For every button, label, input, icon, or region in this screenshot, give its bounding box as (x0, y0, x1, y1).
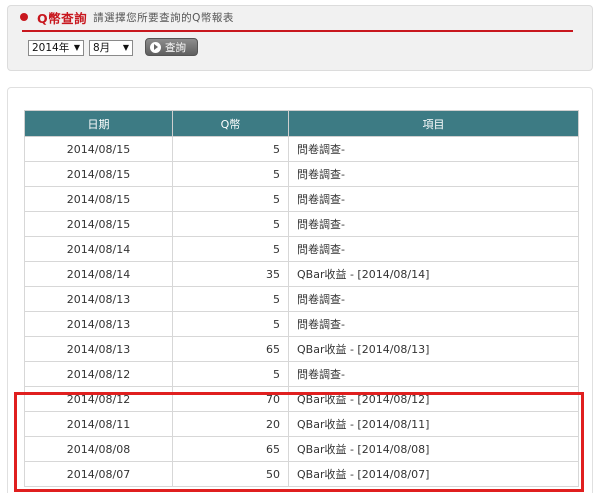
query-button-label: 查詢 (165, 41, 186, 54)
table-row: 2014/08/13 5 問卷調查- (24, 286, 579, 312)
cell-item: QBar收益 - [2014/08/14] (288, 261, 579, 287)
cell-qcoin: 5 (172, 161, 289, 187)
month-select-value: 8月 (93, 42, 111, 54)
column-header-date: 日期 (24, 110, 173, 137)
cell-date: 2014/08/08 (24, 436, 173, 462)
table-row: 2014/08/13 5 問卷調查- (24, 311, 579, 337)
cell-qcoin: 65 (172, 336, 289, 362)
cell-item: 問卷調查- (288, 286, 579, 312)
cell-qcoin: 5 (172, 211, 289, 237)
cell-item: 問卷調查- (288, 161, 579, 187)
year-select[interactable]: 2014年 ▼ (28, 40, 84, 56)
cell-qcoin: 35 (172, 261, 289, 287)
table-row: 2014/08/12 70 QBar收益 - [2014/08/12] (24, 386, 579, 412)
cell-qcoin: 70 (172, 386, 289, 412)
table-header-row: 日期 Q幣 項目 (24, 110, 579, 137)
q-coin-table: 日期 Q幣 項目 2014/08/15 5 問卷調查- 2014/08/15 5 問卷調查… (24, 110, 579, 487)
cell-qcoin: 5 (172, 186, 289, 212)
cell-date: 2014/08/15 (24, 211, 173, 237)
query-button[interactable]: 查詢 (145, 38, 198, 56)
table-row: 2014/08/14 35 QBar收益 - [2014/08/14] (24, 261, 579, 287)
cell-date: 2014/08/12 (24, 361, 173, 387)
column-header-qcoin: Q幣 (172, 110, 289, 137)
cell-date: 2014/08/11 (24, 411, 173, 437)
cell-date: 2014/08/07 (24, 461, 173, 487)
bullet-icon (20, 13, 28, 21)
cell-date: 2014/08/14 (24, 236, 173, 262)
year-select-value: 2014年 (32, 42, 70, 54)
cell-qcoin: 5 (172, 286, 289, 312)
cell-item: 問卷調查- (288, 211, 579, 237)
cell-date: 2014/08/13 (24, 311, 173, 337)
cell-date: 2014/08/15 (24, 161, 173, 187)
cell-qcoin: 5 (172, 361, 289, 387)
month-select[interactable]: 8月 ▼ (89, 40, 133, 56)
table-row: 2014/08/15 5 問卷調查- (24, 186, 579, 212)
table-body: 2014/08/15 5 問卷調查- 2014/08/15 5 問卷調查- 2014/08/… (24, 136, 579, 487)
cell-qcoin: 5 (172, 311, 289, 337)
cell-item: 問卷調查- (288, 236, 579, 262)
dropdown-arrow-icon: ▼ (73, 43, 80, 52)
cell-qcoin: 5 (172, 236, 289, 262)
table-row: 2014/08/11 20 QBar收益 - [2014/08/11] (24, 411, 579, 437)
cell-item: QBar收益 - [2014/08/12] (288, 386, 579, 412)
table-row: 2014/08/15 5 問卷調查- (24, 161, 579, 187)
table-row: 2014/08/13 65 QBar收益 - [2014/08/13] (24, 336, 579, 362)
cell-item: QBar收益 - [2014/08/07] (288, 461, 579, 487)
cell-qcoin: 5 (172, 136, 289, 162)
cell-item: 問卷調查- (288, 186, 579, 212)
cell-qcoin: 65 (172, 436, 289, 462)
table-row: 2014/08/07 50 QBar收益 - [2014/08/07] (24, 461, 579, 487)
play-icon (150, 41, 161, 53)
cell-item: QBar收益 - [2014/08/13] (288, 336, 579, 362)
cell-item: 問卷調查- (288, 311, 579, 337)
section-header: Q幣查詢 請選擇您所要查詢的Q幣報表 (20, 9, 234, 26)
title-divider (22, 30, 573, 32)
cell-item: 問卷調查- (288, 136, 579, 162)
cell-qcoin: 50 (172, 461, 289, 487)
table-row: 2014/08/15 5 問卷調查- (24, 136, 579, 162)
cell-qcoin: 20 (172, 411, 289, 437)
column-header-item: 項目 (288, 110, 579, 137)
table-row: 2014/08/08 65 QBar收益 - [2014/08/08] (24, 436, 579, 462)
cell-date: 2014/08/13 (24, 286, 173, 312)
table-row: 2014/08/14 5 問卷調查- (24, 236, 579, 262)
table-row: 2014/08/15 5 問卷調查- (24, 211, 579, 237)
cell-date: 2014/08/15 (24, 136, 173, 162)
cell-item: QBar收益 - [2014/08/11] (288, 411, 579, 437)
cell-date: 2014/08/15 (24, 186, 173, 212)
table-row: 2014/08/12 5 問卷調查- (24, 361, 579, 387)
cell-date: 2014/08/14 (24, 261, 173, 287)
page-subtitle: 請選擇您所要查詢的Q幣報表 (93, 11, 234, 24)
dropdown-arrow-icon: ▼ (122, 43, 129, 52)
cell-item: 問卷調查- (288, 361, 579, 387)
cell-date: 2014/08/12 (24, 386, 173, 412)
cell-date: 2014/08/13 (24, 336, 173, 362)
page-title: Q幣查詢 (37, 10, 88, 26)
cell-item: QBar收益 - [2014/08/08] (288, 436, 579, 462)
